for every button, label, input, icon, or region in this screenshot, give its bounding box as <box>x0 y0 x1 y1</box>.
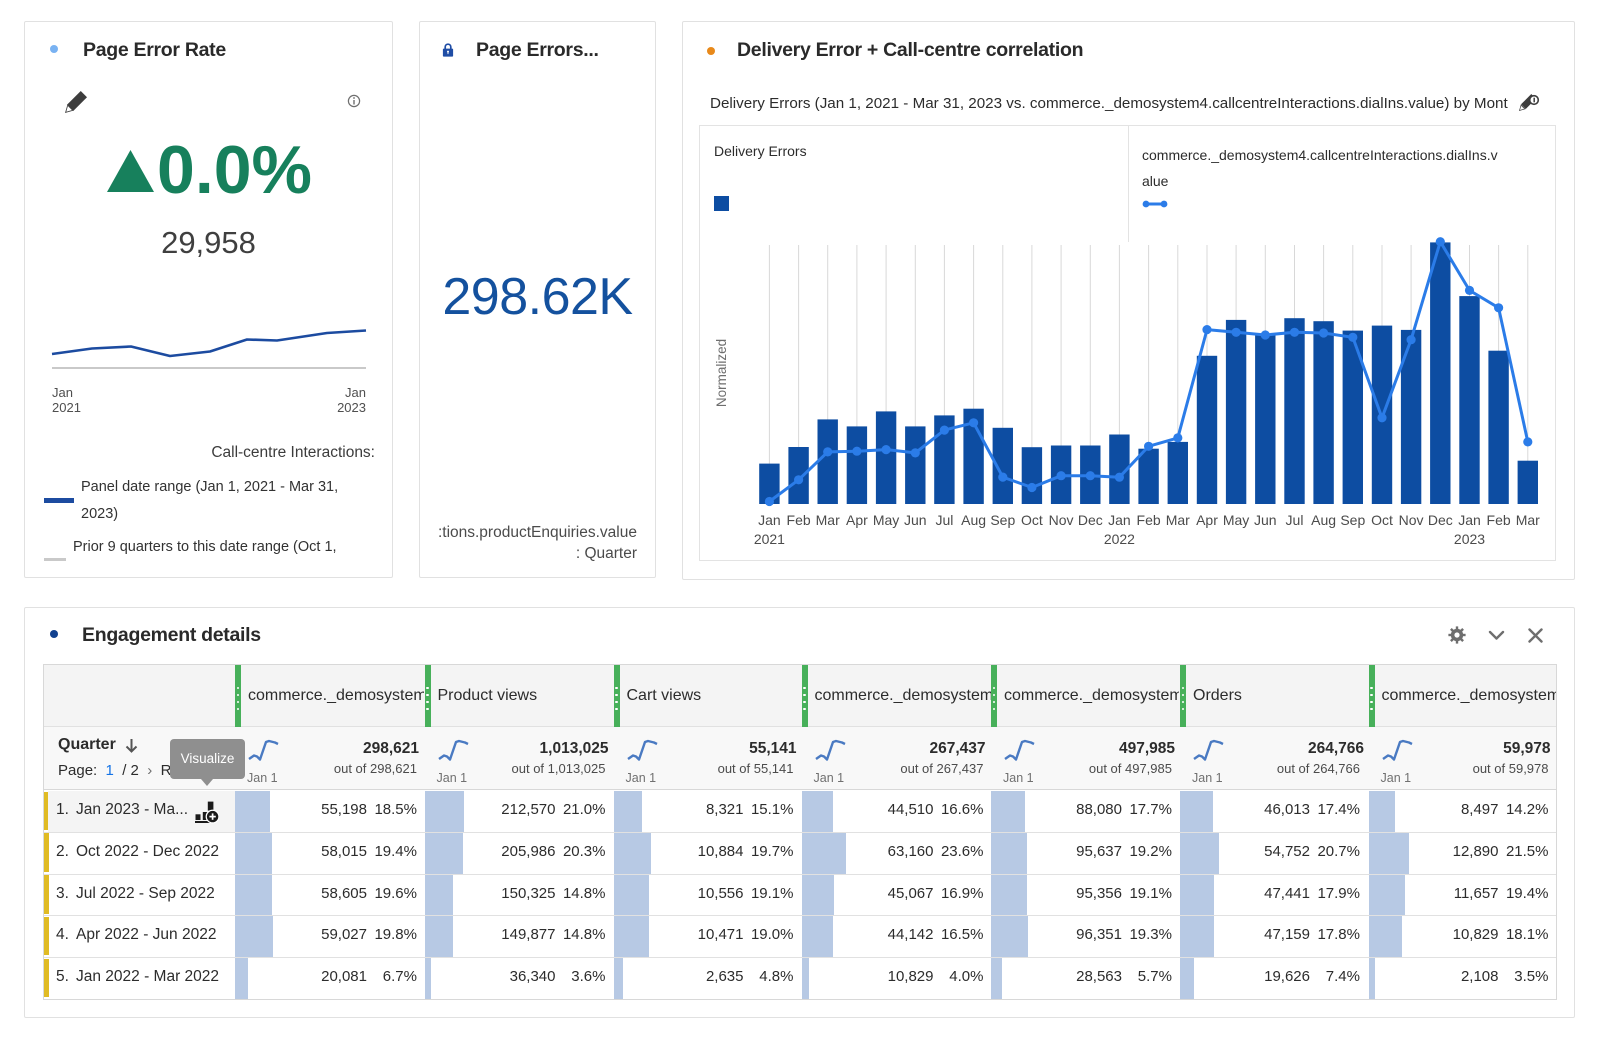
svg-text:2022: 2022 <box>1104 531 1135 547</box>
svg-text:Sep: Sep <box>990 512 1015 528</box>
svg-text:Jan: Jan <box>758 512 781 528</box>
svg-text:Mar: Mar <box>1516 512 1540 528</box>
svg-text:Feb: Feb <box>1137 512 1161 528</box>
svg-text:Jul: Jul <box>935 512 953 528</box>
svg-text:Oct: Oct <box>1371 512 1393 528</box>
svg-text:Apr: Apr <box>846 512 868 528</box>
svg-text:Feb: Feb <box>1487 512 1511 528</box>
svg-text:Oct: Oct <box>1021 512 1043 528</box>
svg-text:Jul: Jul <box>1286 512 1304 528</box>
svg-text:Sep: Sep <box>1340 512 1365 528</box>
svg-text:Nov: Nov <box>1399 512 1424 528</box>
svg-text:Mar: Mar <box>1166 512 1190 528</box>
svg-text:May: May <box>1223 512 1249 528</box>
svg-text:Dec: Dec <box>1078 512 1103 528</box>
svg-text:2023: 2023 <box>1454 531 1485 547</box>
svg-text:Mar: Mar <box>816 512 840 528</box>
svg-text:Dec: Dec <box>1428 512 1453 528</box>
svg-text:Nov: Nov <box>1049 512 1074 528</box>
svg-text:Jan: Jan <box>1458 512 1481 528</box>
svg-text:Normalized: Normalized <box>714 339 729 407</box>
svg-text:Jan: Jan <box>1108 512 1131 528</box>
svg-text:Aug: Aug <box>961 512 986 528</box>
svg-text:2021: 2021 <box>754 531 785 547</box>
svg-text:Feb: Feb <box>787 512 811 528</box>
svg-text:Apr: Apr <box>1196 512 1218 528</box>
svg-text:May: May <box>873 512 899 528</box>
svg-text:Aug: Aug <box>1311 512 1336 528</box>
svg-text:Jun: Jun <box>1254 512 1277 528</box>
svg-text:Jun: Jun <box>904 512 927 528</box>
